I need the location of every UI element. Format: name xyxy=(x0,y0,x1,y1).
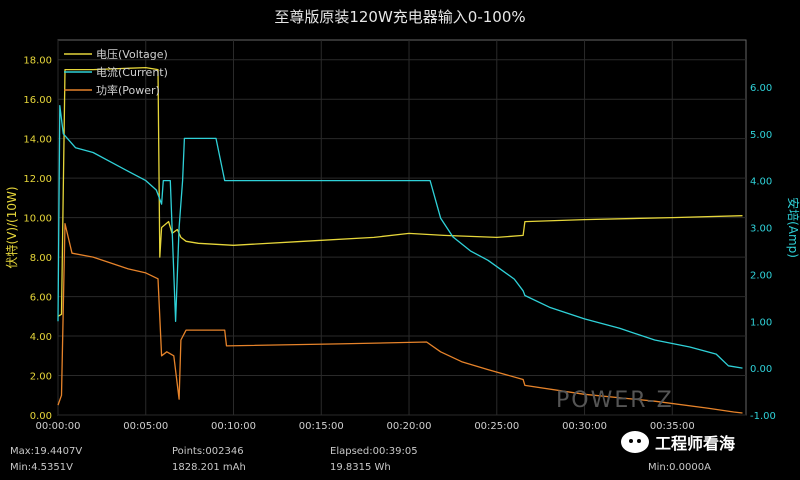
stat-min-current: Min:0.0000A xyxy=(648,462,711,473)
brand-logo-text: POWER-Z xyxy=(556,388,674,413)
y-right-tick-label: 3.00 xyxy=(750,224,772,235)
stat-points: Points:002346 xyxy=(172,446,244,457)
stat-elapsed: Elapsed:00:39:05 xyxy=(330,446,418,457)
y-left-tick-label: 2.00 xyxy=(30,372,52,383)
x-tick-label: 00:25:00 xyxy=(474,421,519,432)
legend-label-0: 电压(Voltage) xyxy=(96,48,168,61)
x-tick-label: 00:15:00 xyxy=(299,421,344,432)
stat-max-voltage: Max:19.4407V xyxy=(10,446,83,457)
y-left-tick-label: 14.00 xyxy=(23,135,52,146)
y-right-tick-label: 6.00 xyxy=(750,83,772,94)
stat-mah: 1828.201 mAh xyxy=(172,462,246,473)
legend-label-2: 功率(Power) xyxy=(96,83,160,97)
x-tick-label: 00:00:00 xyxy=(36,421,81,432)
wechat-icon xyxy=(621,431,649,453)
watermark: 工程师看海 xyxy=(621,430,735,454)
y-right-tick-label: 0.00 xyxy=(750,364,772,375)
y-left-tick-label: 10.00 xyxy=(23,214,52,225)
y-right-tick-label: 1.00 xyxy=(750,317,772,328)
y-left-axis-label: 伏特(V)/(10W) xyxy=(4,186,19,268)
y-left-tick-label: 16.00 xyxy=(23,95,52,106)
x-tick-label: 00:05:00 xyxy=(123,421,168,432)
x-tick-label: 00:20:00 xyxy=(387,421,432,432)
y-left-tick-label: 0.00 xyxy=(30,411,52,422)
stat-wh: 19.8315 Wh xyxy=(330,462,391,473)
y-left-tick-label: 12.00 xyxy=(23,174,52,185)
y-right-tick-label: -1.00 xyxy=(750,411,776,422)
x-tick-label: 00:10:00 xyxy=(211,421,256,432)
y-right-tick-label: 2.00 xyxy=(750,270,772,281)
y-right-axis-label: 安培(Amp) xyxy=(786,197,800,258)
legend-label-1: 电流(Current) xyxy=(96,65,168,79)
y-left-tick-label: 4.00 xyxy=(30,332,52,343)
y-left-tick-label: 18.00 xyxy=(23,56,52,67)
watermark-text: 工程师看海 xyxy=(655,434,736,453)
stat-min-voltage: Min:4.5351V xyxy=(10,462,73,473)
y-right-tick-label: 5.00 xyxy=(750,130,772,141)
x-tick-label: 00:30:00 xyxy=(562,421,607,432)
y-right-tick-label: 4.00 xyxy=(750,177,772,188)
y-left-tick-label: 6.00 xyxy=(30,293,52,304)
chart: 00:00:00 00:05:00 00:10:00 00:15:00 00:20:00… xyxy=(4,39,800,432)
y-left-tick-label: 8.00 xyxy=(30,253,52,264)
